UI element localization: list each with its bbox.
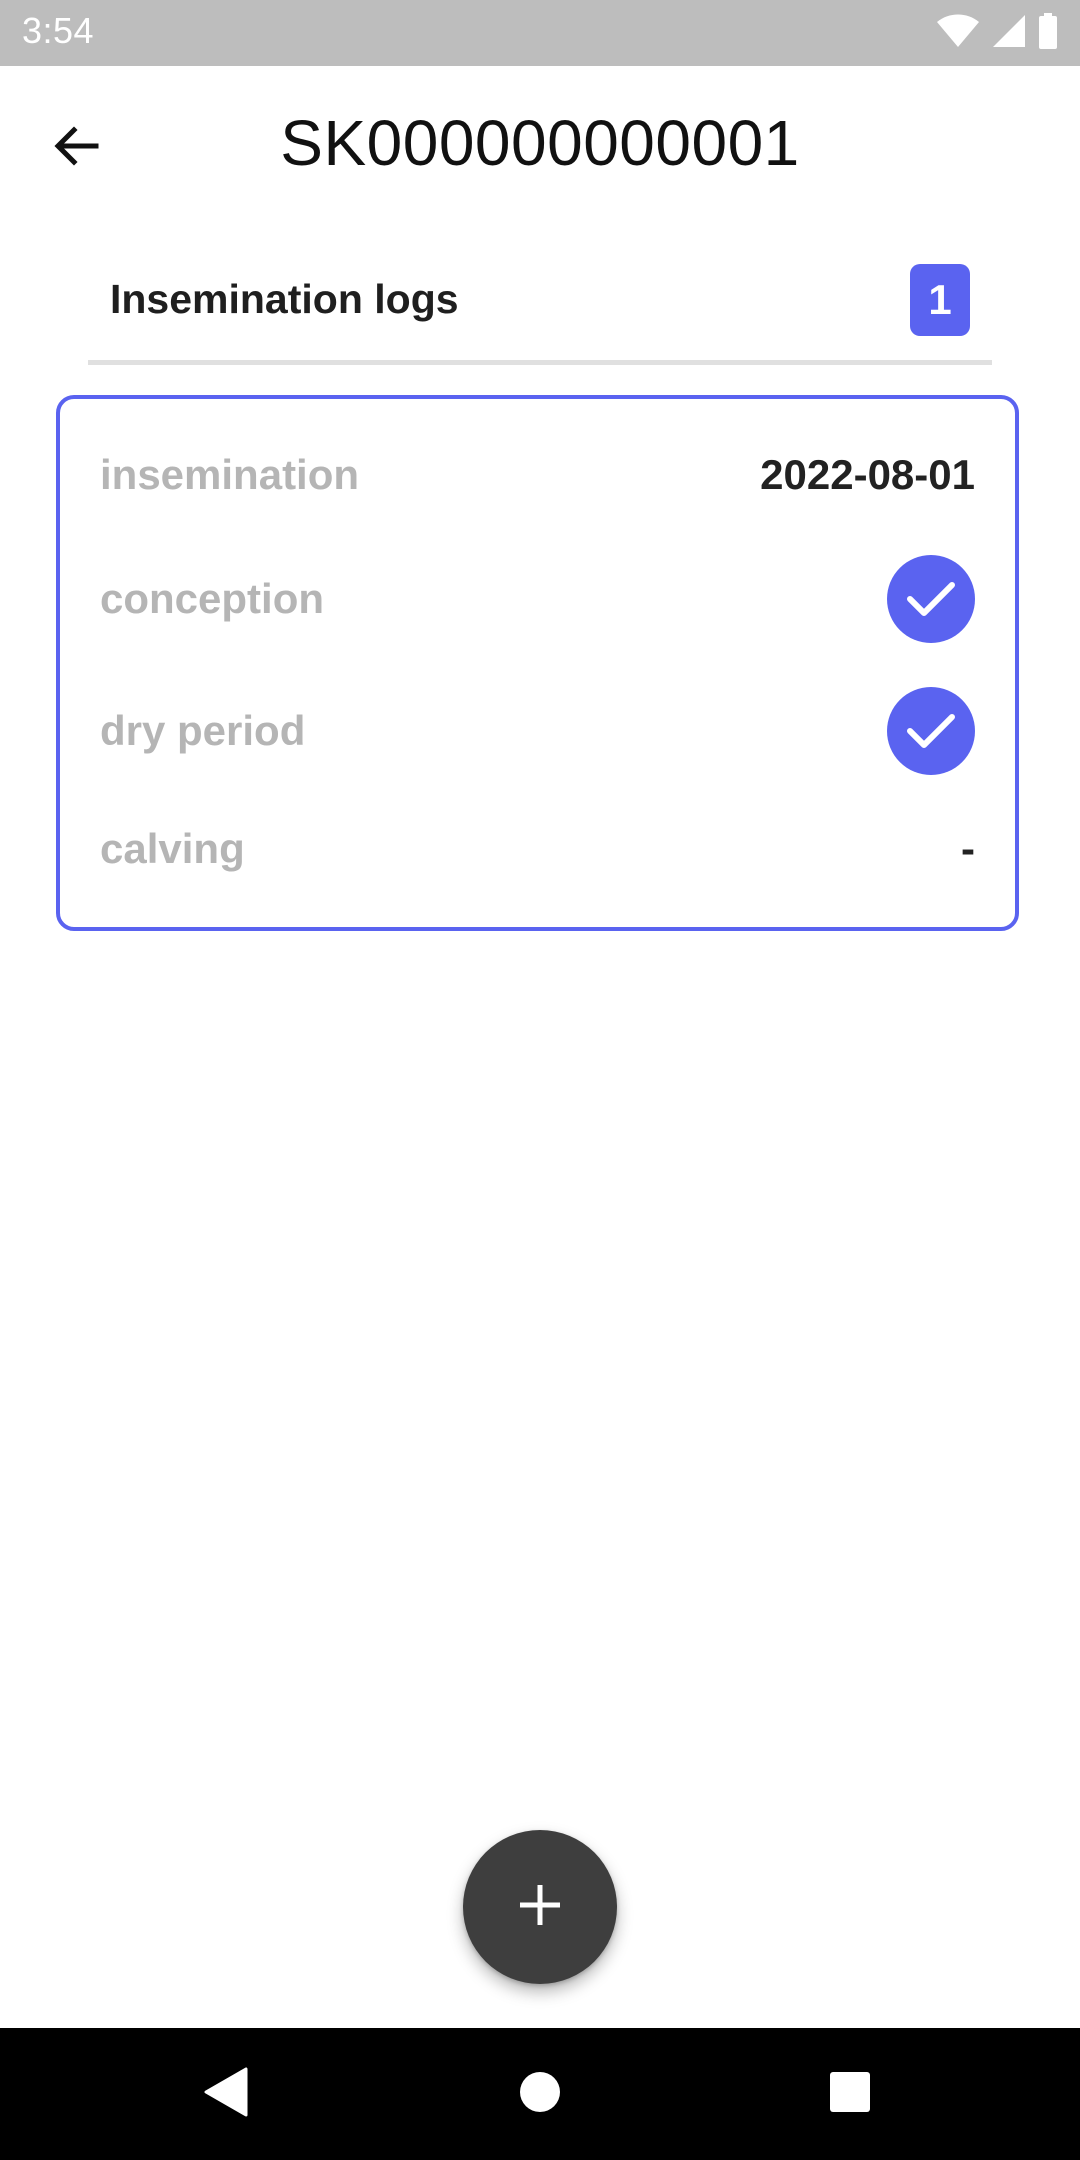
recents-square-icon bbox=[828, 2070, 872, 2119]
page-title: SK000000000001 bbox=[280, 107, 800, 179]
app-bar: SK000000000001 bbox=[0, 66, 1080, 218]
log-label: calving bbox=[100, 825, 245, 872]
insemination-date: 2022-08-01 bbox=[760, 451, 975, 498]
status-bar: 3:54 bbox=[0, 0, 1080, 66]
log-row-dry-period: dry period bbox=[100, 687, 975, 775]
plus-icon bbox=[518, 1883, 562, 1932]
back-triangle-icon bbox=[204, 2067, 248, 2122]
status-time: 3:54 bbox=[22, 10, 95, 51]
battery-icon bbox=[1038, 12, 1058, 54]
log-row-insemination: insemination 2022-08-01 bbox=[100, 445, 975, 505]
check-circle-icon bbox=[887, 687, 975, 775]
section-header: Insemination logs 1 bbox=[88, 262, 992, 365]
count-badge: 1 bbox=[910, 264, 970, 336]
calving-value: - bbox=[961, 825, 975, 872]
log-row-conception: conception bbox=[100, 555, 975, 643]
insemination-log-card[interactable]: insemination 2022-08-01 conception dry p… bbox=[56, 395, 1019, 931]
nav-home-button[interactable] bbox=[510, 2064, 570, 2124]
log-row-calving: calving - bbox=[100, 819, 975, 879]
screen: 3:54 SK000000000001 Insemination logs 1 … bbox=[0, 0, 1080, 2160]
nav-recents-button[interactable] bbox=[820, 2064, 880, 2124]
status-icons bbox=[936, 12, 1058, 54]
signal-icon bbox=[992, 14, 1026, 53]
system-nav-bar bbox=[0, 2028, 1080, 2160]
wifi-icon bbox=[936, 14, 980, 53]
add-log-button[interactable] bbox=[463, 1830, 617, 1984]
log-label: insemination bbox=[100, 451, 360, 498]
section-title: Insemination logs bbox=[110, 276, 459, 322]
log-label: dry period bbox=[100, 707, 306, 754]
log-label: conception bbox=[100, 575, 325, 622]
nav-back-button[interactable] bbox=[196, 2064, 256, 2124]
check-circle-icon bbox=[887, 555, 975, 643]
home-circle-icon bbox=[518, 2070, 562, 2119]
